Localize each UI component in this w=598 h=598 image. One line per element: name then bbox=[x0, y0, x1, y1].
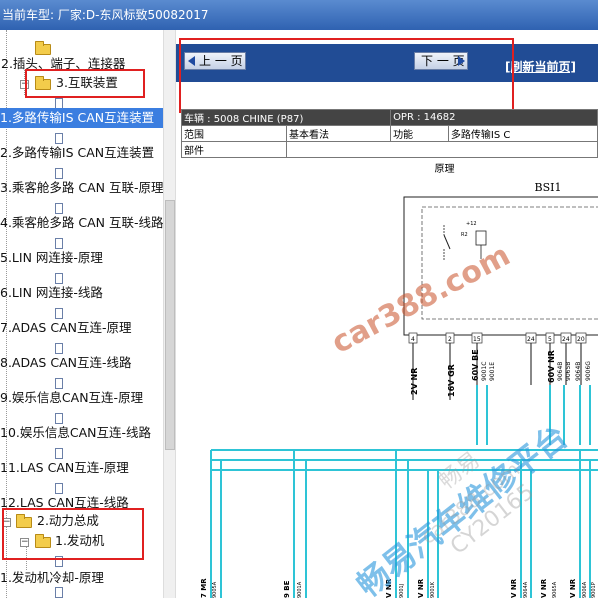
tree-item-is-can-1[interactable]: 1.多路传输IS CAN互连装置 bbox=[0, 108, 163, 128]
wire-code: 9001K bbox=[430, 581, 436, 598]
wire-code: 9064B bbox=[557, 362, 564, 381]
tree-item-label: 6.LIN 网连接-线路 bbox=[0, 285, 103, 300]
pin-number: 15 bbox=[473, 336, 481, 343]
pin-label: 7 MR bbox=[200, 578, 208, 598]
pin-number: 2 bbox=[448, 336, 452, 343]
pin-label: V NR bbox=[385, 578, 393, 598]
highlight-box bbox=[179, 38, 514, 113]
tree-item-label: 1.多路传输IS CAN互连装置 bbox=[0, 110, 155, 125]
wire-code: 9006A bbox=[582, 581, 588, 598]
tree-item-lin-wiring[interactable]: 6.LIN 网连接-线路 bbox=[0, 283, 103, 303]
wire-code: 9001P bbox=[591, 582, 597, 598]
opr-label: OPR : 14682 bbox=[390, 109, 598, 126]
can-bus-wires bbox=[210, 385, 598, 598]
tree-item-label: 1.发动机冷却-原理 bbox=[0, 570, 104, 585]
component-label: BSI1 bbox=[535, 181, 562, 194]
tree-item-cabin-can-wiring[interactable]: 4.乘客舱多路 CAN 互联-线路 bbox=[0, 213, 163, 233]
relay-label: +12 bbox=[466, 221, 477, 227]
wire-code: 9005A bbox=[212, 581, 218, 598]
wire-code: 9065A bbox=[552, 581, 558, 598]
pin-number: 24 bbox=[527, 336, 535, 343]
wire-code: 9006G bbox=[585, 361, 592, 381]
tree-item-infotainment-principle[interactable]: 9.娱乐信息CAN互连-原理 bbox=[0, 388, 143, 408]
tree-item-label: 9.娱乐信息CAN互连-原理 bbox=[0, 390, 144, 405]
function-value: 多路传输IS C bbox=[447, 125, 598, 142]
tree-item-label: 8.ADAS CAN互连-线路 bbox=[0, 355, 132, 370]
pin-number: 20 bbox=[577, 336, 585, 343]
tree-item-label: 2.多路传输IS CAN互连装置 bbox=[0, 145, 155, 160]
tree-item-las-principle[interactable]: 11.LAS CAN互连-原理 bbox=[0, 458, 129, 478]
tree-item-label: 10.娱乐信息CAN互连-线路 bbox=[0, 425, 152, 440]
wire-code: 9001J bbox=[399, 584, 405, 598]
window-title: 当前车型: 厂家:D-东风标致50082017 bbox=[2, 8, 209, 22]
pin-label: V NR bbox=[569, 578, 577, 598]
pin-label: 9 BE bbox=[283, 580, 291, 598]
tree-item-engine-cooling[interactable]: 1.发动机冷却-原理 bbox=[0, 568, 104, 588]
tree-item-label: 4.乘客舱多路 CAN 互联-线路 bbox=[0, 215, 163, 230]
doc-icon[interactable] bbox=[55, 587, 63, 598]
category-tree[interactable]: 2.插头、端子、连接器 − 3.互联装置 1.多路传输IS CAN互连装置 2.… bbox=[0, 30, 163, 598]
function-label: 功能 bbox=[390, 125, 449, 142]
scope-value: 基本看法 bbox=[285, 125, 392, 142]
pin-label: V NR bbox=[417, 578, 425, 598]
wire-code: 9064A bbox=[523, 581, 529, 598]
tree-item-label: 3.乘客舱多路 CAN 互联-原理 bbox=[0, 180, 163, 195]
relay-switch bbox=[443, 234, 451, 250]
pin-number: 5 bbox=[548, 336, 552, 343]
relay-id: R2 bbox=[461, 232, 468, 238]
tree-item-is-can-2[interactable]: 2.多路传输IS CAN互连装置 bbox=[0, 143, 154, 163]
document-viewer: 上 一 页 下 一 页 [刷新当前页] 车辆 : 5008 CHINE (P87… bbox=[176, 30, 598, 598]
wire-codes: 9001C 9001E 9064B 9065B 9064B 9006G bbox=[481, 361, 592, 381]
bsi-inner-box bbox=[421, 206, 598, 320]
window-title-bar: 当前车型: 厂家:D-东风标致50082017 bbox=[0, 0, 598, 30]
tree-item-adas-principle[interactable]: 7.ADAS CAN互连-原理 bbox=[0, 318, 131, 338]
vehicle-label: 车辆 : 5008 CHINE (P87) bbox=[180, 109, 392, 126]
relay-coil bbox=[475, 230, 487, 246]
wire-code: 9001E bbox=[489, 362, 496, 381]
tree-item-cabin-can-principle[interactable]: 3.乘客舱多路 CAN 互联-原理 bbox=[0, 178, 163, 198]
pin-label: V NR bbox=[540, 578, 548, 598]
tree-scrollbar[interactable] bbox=[163, 30, 176, 598]
pin-label: 16V GR bbox=[447, 364, 456, 397]
scrollbar-thumb[interactable] bbox=[165, 200, 175, 450]
tree-item-infotainment-wiring[interactable]: 10.娱乐信息CAN互连-线路 bbox=[0, 423, 151, 443]
highlight-box bbox=[25, 69, 145, 98]
refresh-page-link[interactable]: [刷新当前页] bbox=[505, 58, 576, 75]
bsi-box bbox=[403, 196, 598, 336]
wiring-schematic: BSI1 +12 R2 4 2 15 24 5 24 20 2V NR 16V … bbox=[200, 181, 598, 598]
pin-label: 60V BE bbox=[471, 349, 480, 381]
pin-label: 2V NR bbox=[410, 368, 419, 395]
tree-item-label: 7.ADAS CAN互连-原理 bbox=[0, 320, 132, 335]
pin-number: 4 bbox=[411, 336, 415, 343]
wire-code: 9001A bbox=[297, 581, 303, 598]
tree-item-label: 11.LAS CAN互连-原理 bbox=[0, 460, 129, 475]
pin-number: 24 bbox=[562, 336, 570, 343]
pin-label: 60V NR bbox=[547, 350, 556, 383]
tree-item-label: 5.LIN 网连接-原理 bbox=[0, 250, 103, 265]
scope-label: 范围 bbox=[181, 125, 287, 142]
tree-item-lin-principle[interactable]: 5.LIN 网连接-原理 bbox=[0, 248, 103, 268]
highlight-box bbox=[2, 508, 144, 560]
pin-label: V NR bbox=[510, 578, 518, 598]
wire-code: 9001C bbox=[481, 362, 488, 381]
tree-item-adas-wiring[interactable]: 8.ADAS CAN互连-线路 bbox=[0, 353, 131, 373]
